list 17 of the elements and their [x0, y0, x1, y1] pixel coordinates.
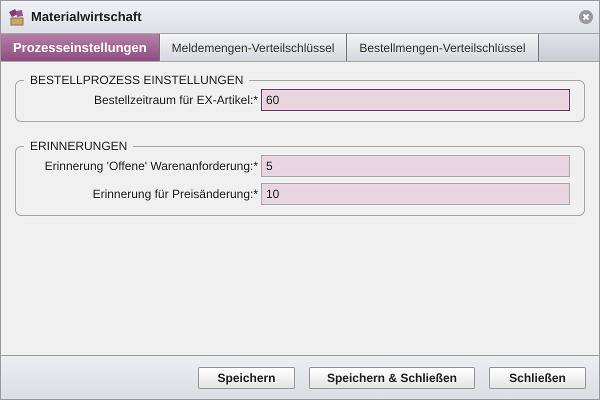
field-label: Erinnerung 'Offene' Warenanforderung:*	[44, 158, 258, 175]
input-field[interactable]: 5	[261, 155, 570, 177]
tab[interactable]: Prozesseinstellungen	[1, 34, 160, 61]
boxes-icon	[7, 8, 25, 26]
dialog-button[interactable]: Schließen	[489, 366, 586, 388]
group-title: BESTELLPROZESS EINSTELLUNGEN	[29, 72, 244, 89]
field-label: Erinnerung für Preisänderung:*	[92, 186, 258, 203]
window-title: Materialwirtschaft	[31, 8, 142, 26]
dialog-button[interactable]: Speichern	[198, 366, 295, 388]
field-label: Bestellzeitraum für EX-Artikel:*	[92, 92, 258, 109]
close-icon[interactable]	[579, 10, 593, 24]
tab[interactable]: Meldemengen-Verteilschlüssel	[160, 34, 348, 61]
group-title: ERINNERUNGEN	[29, 138, 128, 155]
input-field[interactable]: 10	[261, 183, 570, 205]
input-field[interactable]: 60	[261, 89, 570, 111]
tab[interactable]: Bestellmengen-Verteilschlüssel	[347, 34, 538, 61]
dialog-button[interactable]: Speichern & Schließen	[309, 366, 475, 388]
